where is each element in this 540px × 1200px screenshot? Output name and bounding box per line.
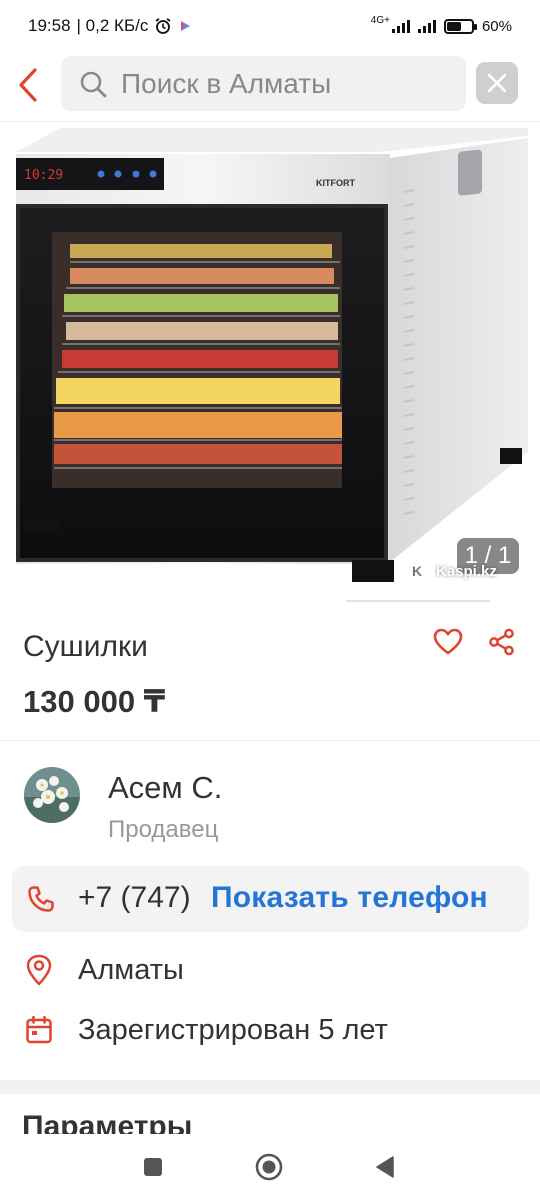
price-divider — [0, 740, 540, 741]
system-nav-bar — [0, 1134, 540, 1200]
city-text: Алматы — [78, 954, 184, 986]
close-icon — [487, 73, 507, 93]
signal-2-icon — [417, 19, 436, 33]
phone-icon-wrap — [25, 883, 57, 915]
back-button[interactable] — [0, 57, 56, 113]
app-notification-icon — [181, 21, 191, 31]
avatar-image — [24, 767, 80, 823]
brand-label: KITFORT — [316, 178, 355, 188]
battery-percent: 60% — [481, 17, 512, 35]
phone-icon — [28, 886, 54, 912]
favorite-button[interactable] — [428, 622, 468, 662]
listing-price: 130 000 ₸ — [23, 684, 166, 719]
chevron-left-icon — [19, 68, 37, 102]
params-section-title: Параметры — [22, 1110, 193, 1134]
registered-row: Зарегистрирован 5 лет — [0, 1006, 540, 1056]
avatar[interactable] — [24, 767, 80, 823]
status-speed: | 0,2 КБ/с — [76, 16, 149, 35]
location-icon-wrap — [22, 953, 56, 987]
battery-fill — [446, 21, 461, 31]
status-time: 19:58 — [28, 16, 71, 35]
status-left: 19:58 | 0,2 КБ/с — [28, 16, 192, 36]
listing-title-row: Сушилки — [0, 618, 540, 678]
signal-icon — [391, 19, 410, 33]
seller-block[interactable]: Асем С. Продавец — [0, 756, 540, 852]
network-type: 4G+ — [370, 14, 390, 26]
share-icon — [489, 628, 514, 656]
calendar-icon — [26, 1015, 52, 1044]
alarm-icon — [155, 18, 171, 34]
search-header — [0, 52, 540, 118]
back-nav-button[interactable] — [370, 1152, 400, 1182]
listing-title: Сушилки — [23, 630, 148, 663]
display-digits: 10:29 — [24, 168, 63, 183]
recent-apps-button[interactable] — [138, 1152, 168, 1182]
search-box[interactable] — [61, 56, 466, 111]
share-button[interactable] — [482, 622, 522, 662]
phone-number-prefix: +7 (747) — [78, 881, 191, 914]
section-separator — [0, 1080, 540, 1094]
search-icon — [80, 71, 107, 97]
product-photo[interactable]: 10:29 KITFORT — [0, 122, 540, 602]
dehydrator-image: 10:29 KITFORT — [16, 128, 528, 582]
triangle-back-icon — [376, 1156, 394, 1178]
seller-role: Продавец — [108, 816, 219, 843]
heart-icon — [433, 628, 463, 655]
location-row: Алматы — [0, 946, 540, 996]
square-icon — [144, 1158, 162, 1176]
kaspi-logo-icon: K — [404, 558, 430, 584]
watermark-text: Kaspi.kz — [436, 562, 497, 580]
status-bar: 19:58 | 0,2 КБ/с 4G+ 60% — [0, 0, 540, 52]
phone-card[interactable]: +7 (747) Показать телефон — [12, 866, 529, 932]
home-button[interactable] — [254, 1152, 284, 1182]
seller-name[interactable]: Асем С. — [108, 770, 222, 806]
home-circle-icon — [255, 1153, 283, 1181]
location-pin-icon — [26, 954, 52, 986]
status-right: 4G+ 60% — [370, 14, 512, 35]
clear-search-button[interactable] — [476, 62, 518, 104]
photo-indicator — [346, 600, 490, 602]
show-phone-link[interactable]: Показать телефон — [211, 881, 488, 915]
battery-icon — [443, 18, 477, 34]
search-input[interactable] — [121, 67, 451, 100]
registered-text: Зарегистрирован 5 лет — [78, 1014, 388, 1046]
kaspi-watermark: K Kaspi.kz — [404, 558, 497, 584]
calendar-icon-wrap — [22, 1013, 56, 1047]
